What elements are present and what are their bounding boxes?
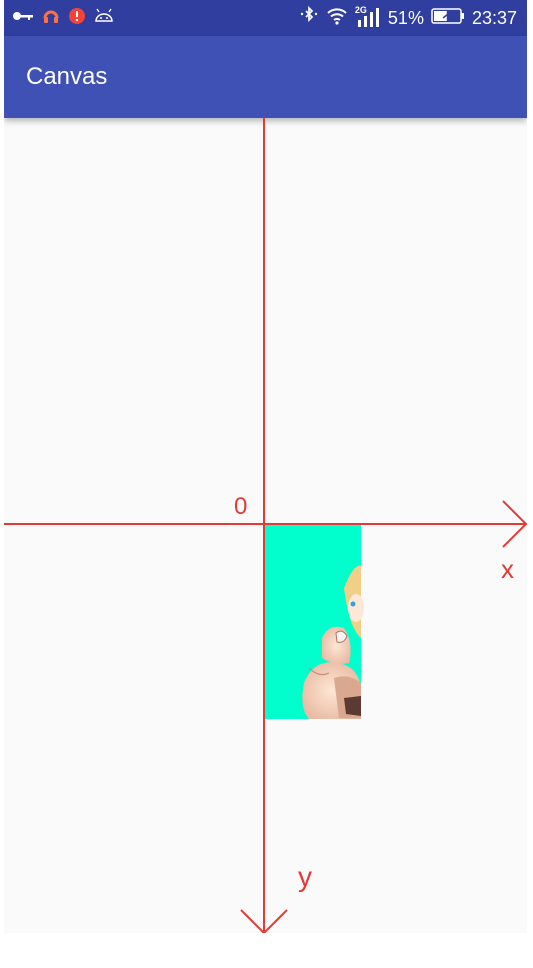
app-bar: Canvas: [4, 36, 527, 118]
status-bar: 2G 51% 23:37: [4, 0, 527, 36]
notification-badge-icon: [68, 7, 86, 30]
phone-screen: 2G 51% 23:37 Canvas 0 x y: [4, 0, 527, 933]
android-icon: [94, 8, 114, 29]
x-axis-label: x: [501, 554, 514, 584]
y-axis-label: y: [298, 861, 312, 892]
battery-percent: 51%: [387, 7, 424, 28]
app-title: Canvas: [26, 63, 108, 90]
status-bar-left-icons: [12, 7, 114, 30]
canvas-drawing: 0 x y: [4, 118, 527, 933]
battery-icon: [431, 7, 465, 30]
signal-icon: 2G: [355, 5, 381, 29]
wifi-icon: [326, 7, 348, 30]
origin-label: 0: [234, 493, 247, 520]
clock: 23:37: [471, 7, 517, 28]
status-bar-right-icons: 2G 51% 23:37: [299, 5, 517, 31]
coordinate-axes: 0 x y: [4, 118, 527, 933]
anime-girl-image: [264, 524, 364, 719]
drawing-canvas[interactable]: 0 x y: [4, 118, 527, 933]
bluetooth-icon: [299, 5, 319, 31]
headset-icon: [42, 7, 60, 30]
key-icon: [12, 9, 34, 27]
